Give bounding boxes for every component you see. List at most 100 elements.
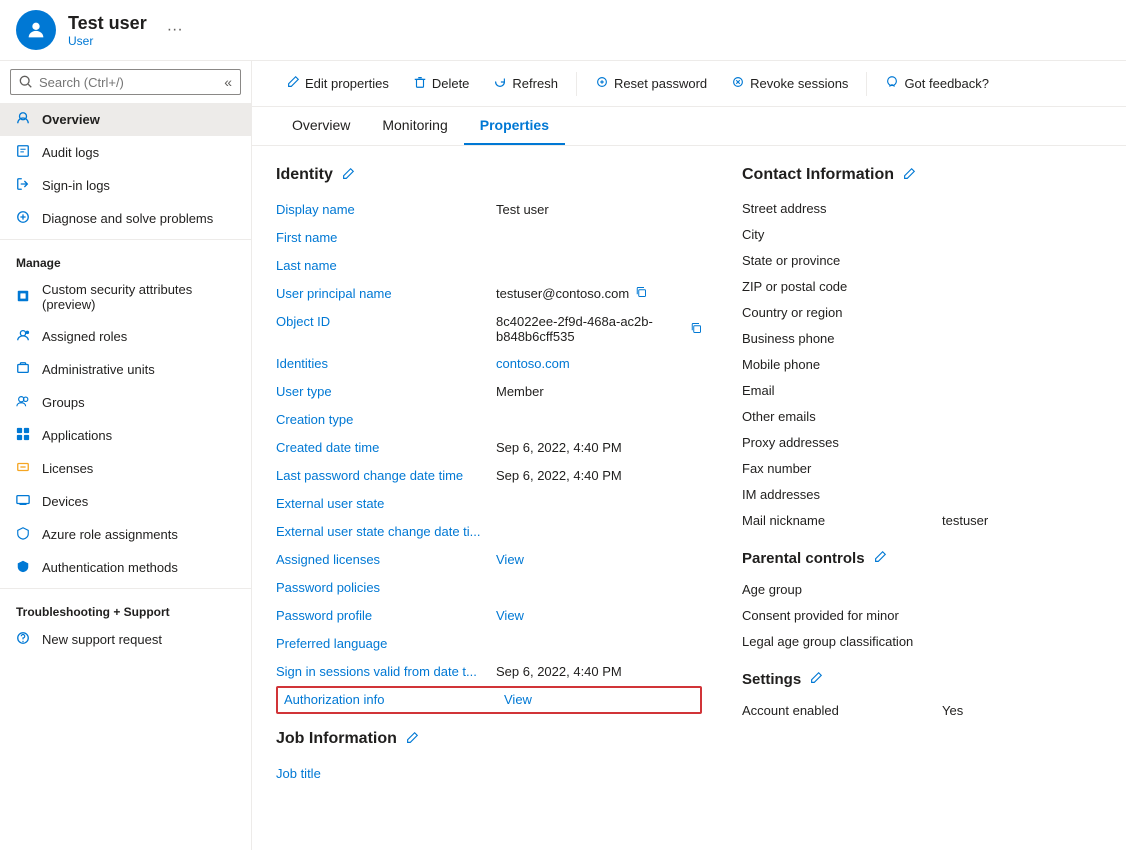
contact-zip: ZIP or postal code	[742, 274, 1102, 300]
tabs: Overview Monitoring Properties	[252, 107, 1126, 146]
sidebar-item-support[interactable]: New support request	[0, 623, 251, 656]
sidebar-item-audit-logs[interactable]: Audit logs	[0, 136, 251, 169]
prop-label: Proxy addresses	[742, 435, 942, 450]
assigned-licenses-view-link[interactable]: View	[496, 552, 524, 567]
property-sign-in-sessions: Sign in sessions valid from date t... Se…	[276, 658, 702, 686]
contact-section-title: Contact Information	[742, 166, 1102, 184]
contact-business-phone: Business phone	[742, 326, 1102, 352]
contact-fax: Fax number	[742, 456, 1102, 482]
prop-label: First name	[276, 230, 496, 245]
identity-section-title: Identity	[276, 166, 702, 184]
property-upn: User principal name testuser@contoso.com	[276, 280, 702, 308]
contact-legal-age: Legal age group classification	[742, 629, 1102, 655]
copy-icon[interactable]	[635, 286, 647, 301]
reset-password-button[interactable]: Reset password	[585, 69, 717, 98]
sidebar-item-admin-units[interactable]: Administrative units	[0, 353, 251, 386]
sidebar-item-assigned-roles[interactable]: Assigned roles	[0, 320, 251, 353]
refresh-button[interactable]: Refresh	[483, 69, 568, 98]
right-column: Contact Information Street address City …	[742, 166, 1102, 788]
troubleshoot-divider	[0, 588, 251, 589]
identities-link[interactable]: contoso.com	[496, 356, 570, 371]
prop-label: Object ID	[276, 314, 496, 329]
sidebar-item-groups[interactable]: Groups	[0, 386, 251, 419]
ellipsis-button[interactable]: ···	[167, 21, 183, 39]
prop-label: Preferred language	[276, 636, 496, 651]
delete-button[interactable]: Delete	[403, 69, 480, 98]
applications-icon	[16, 427, 32, 444]
prop-label: Last name	[276, 258, 496, 273]
azure-roles-icon	[16, 526, 32, 543]
settings-account-enabled: Account enabled Yes	[742, 698, 1102, 724]
property-password-profile: Password profile View	[276, 602, 702, 630]
contact-consent-minor: Consent provided for minor	[742, 603, 1102, 629]
refresh-icon	[493, 75, 507, 92]
revoke-sessions-button[interactable]: Revoke sessions	[721, 69, 858, 98]
search-input[interactable]	[39, 75, 218, 90]
sidebar-item-overview[interactable]: Overview	[0, 103, 251, 136]
settings-edit-icon[interactable]	[809, 671, 823, 688]
prop-value: Test user	[496, 202, 702, 217]
property-authorization-info: Authorization info View	[276, 686, 702, 714]
prop-label: Last password change date time	[276, 468, 496, 483]
prop-label: Creation type	[276, 412, 496, 427]
parental-controls-section-title: Parental controls	[742, 550, 1102, 567]
parental-controls-edit-icon[interactable]	[873, 550, 887, 567]
prop-label: IM addresses	[742, 487, 942, 502]
support-icon	[16, 631, 32, 648]
prop-label: City	[742, 227, 942, 242]
sidebar-item-label: Licenses	[42, 461, 93, 476]
audit-logs-icon	[16, 144, 32, 161]
copy-icon[interactable]	[690, 322, 702, 337]
sidebar-item-sign-in-logs[interactable]: Sign-in logs	[0, 169, 251, 202]
sidebar-item-licenses[interactable]: Licenses	[0, 452, 251, 485]
tab-monitoring[interactable]: Monitoring	[366, 107, 463, 145]
prop-label: Street address	[742, 201, 942, 216]
sidebar-item-azure-roles[interactable]: Azure role assignments	[0, 518, 251, 551]
toolbar-separator-2	[866, 72, 867, 96]
sidebar-item-label: Groups	[42, 395, 85, 410]
prop-value: Yes	[942, 703, 1102, 718]
prop-label: ZIP or postal code	[742, 279, 942, 294]
auth-methods-icon	[16, 559, 32, 576]
user-type: User	[68, 34, 147, 48]
reset-password-icon	[595, 75, 609, 92]
sidebar-item-devices[interactable]: Devices	[0, 485, 251, 518]
identity-edit-icon[interactable]	[341, 167, 355, 184]
sidebar-item-auth-methods[interactable]: Authentication methods	[0, 551, 251, 584]
diagnose-icon	[16, 210, 32, 227]
property-job-title: Job title	[276, 760, 702, 788]
sidebar-item-diagnose[interactable]: Diagnose and solve problems	[0, 202, 251, 235]
job-info-edit-icon[interactable]	[405, 731, 419, 748]
prop-value: testuser@contoso.com	[496, 286, 702, 301]
collapse-button[interactable]: «	[224, 74, 232, 90]
sidebar-item-applications[interactable]: Applications	[0, 419, 251, 452]
sidebar-item-custom-security[interactable]: Custom security attributes (preview)	[0, 274, 251, 320]
feedback-button[interactable]: Got feedback?	[875, 69, 999, 98]
search-box[interactable]: «	[10, 69, 241, 95]
custom-security-icon	[16, 289, 32, 306]
content-area: Edit properties Delete Refresh Reset pas	[252, 61, 1126, 850]
contact-country: Country or region	[742, 300, 1102, 326]
property-display-name: Display name Test user	[276, 196, 702, 224]
prop-label: Created date time	[276, 440, 496, 455]
contact-edit-icon[interactable]	[902, 167, 916, 184]
tab-properties[interactable]: Properties	[464, 107, 565, 145]
prop-value: View	[504, 692, 694, 707]
sidebar-item-label: Audit logs	[42, 145, 99, 160]
prop-label: User principal name	[276, 286, 496, 301]
property-external-user-state-change: External user state change date ti...	[276, 518, 702, 546]
prop-label: Consent provided for minor	[742, 608, 942, 623]
groups-icon	[16, 394, 32, 411]
tab-overview[interactable]: Overview	[276, 107, 366, 145]
edit-properties-button[interactable]: Edit properties	[276, 69, 399, 98]
manage-section-header: Manage	[0, 244, 251, 274]
authorization-info-view-link[interactable]: View	[504, 692, 532, 707]
contact-state: State or province	[742, 248, 1102, 274]
password-profile-view-link[interactable]: View	[496, 608, 524, 623]
settings-section-title: Settings	[742, 671, 1102, 688]
troubleshoot-section-header: Troubleshooting + Support	[0, 593, 251, 623]
main-layout: « Overview Audit logs Sign-in logs Diagn…	[0, 61, 1126, 850]
sidebar-item-label: New support request	[42, 632, 162, 647]
prop-label: Account enabled	[742, 703, 942, 718]
property-external-user-state: External user state	[276, 490, 702, 518]
